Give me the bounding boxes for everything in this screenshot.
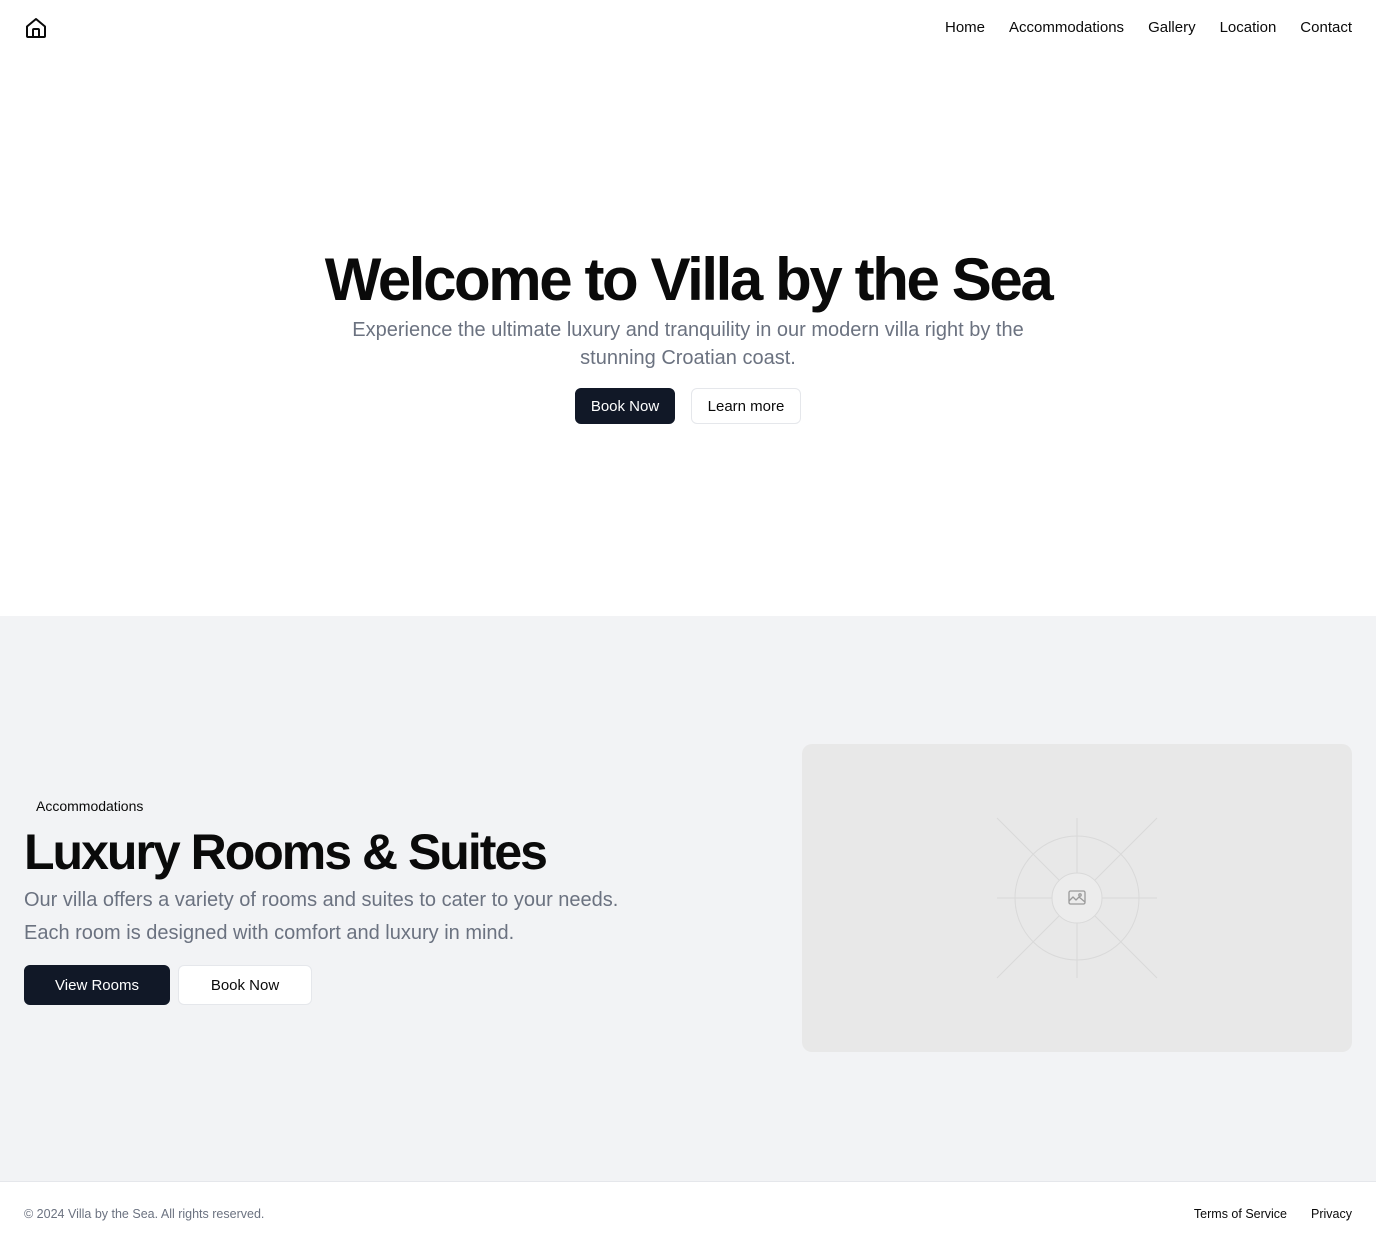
site-footer: © 2024 Villa by the Sea. All rights rese… bbox=[0, 1181, 1376, 1246]
hero-book-now-button[interactable]: Book Now bbox=[575, 388, 675, 424]
section-badge: Accommodations bbox=[24, 794, 156, 818]
main-nav: Home Accommodations Gallery Location Con… bbox=[945, 18, 1352, 38]
section-book-now-button[interactable]: Book Now bbox=[178, 965, 312, 1005]
hero-learn-more-button[interactable]: Learn more bbox=[691, 388, 801, 424]
copyright-text: © 2024 Villa by the Sea. All rights rese… bbox=[24, 1207, 265, 1221]
nav-location[interactable]: Location bbox=[1220, 18, 1277, 38]
site-header: Home Accommodations Gallery Location Con… bbox=[0, 0, 1376, 56]
hero-section: Welcome to Villa by the Sea Experience t… bbox=[0, 56, 1376, 616]
section-description: Our villa offers a variety of rooms and … bbox=[24, 889, 619, 944]
nav-accommodations[interactable]: Accommodations bbox=[1009, 18, 1124, 38]
nav-contact[interactable]: Contact bbox=[1300, 18, 1352, 38]
privacy-link[interactable]: Privacy bbox=[1311, 1206, 1352, 1222]
nav-gallery[interactable]: Gallery bbox=[1148, 18, 1196, 38]
image-placeholder-icon bbox=[996, 817, 1158, 979]
accommodations-section: Accommodations Luxury Rooms & Suites Our… bbox=[0, 616, 1376, 1181]
hero-actions: Book Now Learn more bbox=[0, 388, 1376, 424]
footer-links: Terms of Service Privacy bbox=[1194, 1206, 1352, 1222]
nav-home[interactable]: Home bbox=[945, 18, 985, 38]
hero-subtitle: Experience the ultimate luxury and tranq… bbox=[352, 319, 1024, 369]
view-rooms-button[interactable]: View Rooms bbox=[24, 965, 170, 1005]
section-actions: View Rooms Book Now bbox=[24, 965, 312, 1005]
terms-of-service-link[interactable]: Terms of Service bbox=[1194, 1206, 1287, 1222]
hero-title: Welcome to Villa by the Sea bbox=[324, 246, 1054, 313]
home-icon[interactable] bbox=[24, 16, 48, 40]
image-placeholder bbox=[802, 744, 1352, 1052]
section-title: Luxury Rooms & Suites bbox=[24, 824, 548, 880]
